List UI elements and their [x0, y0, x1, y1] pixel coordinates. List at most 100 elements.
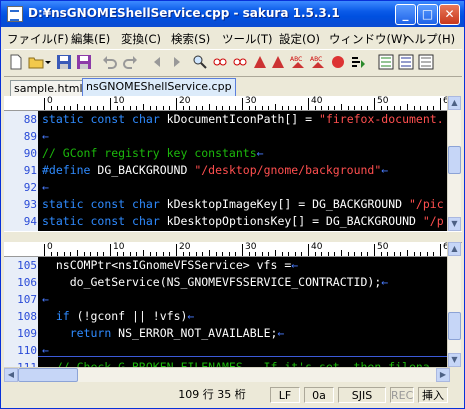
scroll-thumb-bottom[interactable] — [448, 312, 461, 340]
ruler-tick — [426, 106, 428, 110]
sakura-app-icon[interactable] — [7, 6, 23, 22]
save-icon[interactable] — [56, 54, 72, 70]
column-ruler-top: 0102030405060 — [4, 96, 450, 111]
tool-icon[interactable] — [418, 54, 434, 70]
line-number: 93 — [23, 198, 37, 211]
menu-convert[interactable]: 変換(C) — [121, 31, 161, 47]
title-bar[interactable]: D:¥nsGNOMEShellService.cpp - sakura 1.5.… — [1, 1, 464, 27]
open-folder-icon[interactable] — [28, 54, 44, 70]
vertical-scrollbar-top[interactable]: ▲ ▼ — [447, 96, 461, 231]
code-line[interactable]: return NS_ERROR_NOT_AVAILABLE;← — [42, 326, 285, 340]
menu-help[interactable]: ヘルプ(H) — [403, 31, 455, 47]
bookmark-icon[interactable] — [270, 54, 286, 70]
ruler-tick — [242, 98, 243, 110]
ruler-tick — [202, 252, 204, 256]
ruler-tick — [176, 244, 177, 256]
macro-icon[interactable] — [398, 54, 414, 70]
ruler-tick — [281, 106, 283, 110]
code-line[interactable]: ← — [42, 129, 49, 143]
ruler-tick — [70, 252, 72, 256]
ruler-tick — [360, 106, 362, 110]
close-button[interactable]: ✕ — [439, 4, 460, 25]
new-file-icon[interactable] — [8, 54, 24, 70]
scroll-left-arrow-icon[interactable]: ◀ — [4, 368, 18, 382]
ruler-tick — [57, 106, 59, 110]
scroll-thumb-horizontal[interactable] — [18, 368, 78, 382]
ruler-label: 0 — [47, 242, 53, 252]
save-all-icon[interactable] — [76, 54, 92, 70]
code-line[interactable]: // Check G_BROKEN_FILENAMES. If it's set… — [42, 360, 430, 367]
jump-icon[interactable]: ABC — [310, 54, 326, 70]
replace-icon[interactable] — [252, 54, 268, 70]
forward-icon[interactable] — [168, 54, 184, 70]
ruler-tick — [123, 106, 125, 110]
ruler-label: 0 — [47, 96, 53, 106]
ruler-tick — [195, 106, 197, 110]
ruler-tick — [182, 252, 184, 256]
maximize-button[interactable]: □ — [417, 4, 438, 25]
ruler-label: 30 — [245, 242, 257, 252]
search-icon[interactable] — [192, 54, 208, 70]
menu-search[interactable]: 検索(S) — [171, 31, 210, 47]
ruler-tick — [96, 252, 98, 256]
code-line[interactable]: static const char kDesktopImageKey[] = D… — [42, 197, 444, 211]
editor-pane-top[interactable]: 0102030405060 88 static const char kDocum… — [4, 96, 450, 231]
scroll-down-arrow-icon[interactable]: ▼ — [448, 217, 461, 231]
code-line[interactable]: ← — [42, 343, 49, 357]
redo-icon[interactable] — [122, 54, 138, 70]
scroll-down-arrow-icon[interactable]: ▼ — [448, 353, 461, 367]
menu-edit[interactable]: 編集(E) — [71, 31, 110, 47]
line-number: 88 — [23, 113, 37, 126]
scroll-thumb-top[interactable] — [448, 146, 461, 174]
tab-sample-html[interactable]: sample.html — [10, 80, 87, 97]
ruler-tick — [301, 106, 303, 110]
code-line[interactable]: if (!gconf || !vfs)← — [42, 309, 195, 323]
minimize-button[interactable]: _ — [395, 4, 416, 25]
search-prev-icon[interactable] — [212, 54, 228, 70]
menu-file[interactable]: ファイル(F) — [7, 31, 69, 47]
code-line[interactable]: // GConf registry key constants← — [42, 146, 264, 160]
compare-icon[interactable] — [378, 54, 394, 70]
code-line[interactable]: #define DG_BACKGROUND "/desktop/gnome/ba… — [42, 163, 388, 177]
code-line[interactable]: do_GetService(NS_GNOMEVFSSERVICE_CONTRAC… — [42, 275, 389, 289]
ruler-tick — [110, 98, 111, 110]
code-line[interactable]: nsCOMPtr<nsIGnomeVFSService> vfs =← — [42, 258, 298, 272]
grep-icon[interactable]: ABC — [290, 54, 306, 70]
scroll-up-arrow-icon[interactable]: ▲ — [448, 242, 461, 256]
line-number: 91 — [23, 164, 37, 177]
horizontal-scrollbar[interactable]: ◀ ▶ — [4, 367, 450, 382]
search-next-icon[interactable] — [232, 54, 248, 70]
ruler-tick — [374, 244, 375, 256]
outline-icon[interactable] — [350, 54, 366, 70]
code-line[interactable]: ← — [42, 292, 49, 306]
ruler-tick — [162, 252, 164, 256]
status-insert-mode[interactable]: 挿入 — [418, 387, 448, 403]
ruler-tick — [215, 252, 217, 256]
vertical-scrollbar-bottom[interactable]: ▲ ▼ — [447, 242, 461, 367]
status-encoding[interactable]: SJIS — [338, 387, 386, 403]
column-ruler-bottom: 0102030405060 — [4, 242, 450, 257]
menu-window[interactable]: ウィンドウ(W) — [329, 31, 407, 47]
menu-settings[interactable]: 設定(O) — [279, 31, 320, 47]
ruler-tick — [341, 104, 342, 110]
undo-icon[interactable] — [102, 54, 118, 70]
ruler-tick — [77, 104, 78, 110]
menu-bar: ファイル(F) 編集(E) 変換(C) 検索(S) ツール(T) 設定(O) ウ… — [5, 29, 461, 47]
tab-nsgnomeshellservice[interactable]: nsGNOMEShellService.cpp — [82, 78, 236, 98]
ruler-tick — [308, 244, 309, 256]
editor-pane-bottom[interactable]: 0102030405060 105 nsCOMPtr<nsIGnomeVFSSe… — [4, 242, 450, 367]
ruler-tick — [334, 252, 336, 256]
code-line[interactable]: ← — [42, 180, 49, 194]
code-line[interactable]: static const char kDocumentIconPath[] = … — [42, 112, 444, 126]
ruler-tick — [433, 106, 435, 110]
scroll-up-arrow-icon[interactable]: ▲ — [448, 96, 461, 110]
scroll-right-arrow-icon[interactable]: ▶ — [436, 368, 450, 382]
code-line[interactable]: static const char kDesktopOptionsKey[] =… — [42, 214, 444, 228]
ruler-tick — [44, 98, 45, 110]
ruler-tick — [380, 106, 382, 110]
tag-jump-icon[interactable] — [330, 54, 346, 70]
menu-tools[interactable]: ツール(T) — [222, 31, 273, 47]
svg-text:ABC: ABC — [310, 56, 322, 63]
dropdown-icon[interactable] — [44, 54, 52, 70]
back-icon[interactable] — [150, 54, 166, 70]
